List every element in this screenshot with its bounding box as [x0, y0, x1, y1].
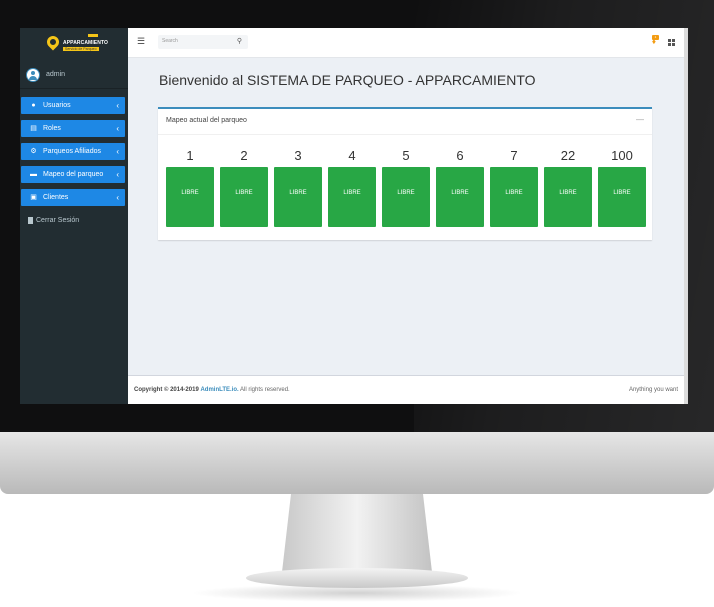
- copyright-text: Copyright © 2014-2019: [134, 387, 199, 393]
- parking-spot[interactable]: 3 LIBRE: [274, 145, 322, 227]
- footer-right-text: Anything you want: [628, 387, 678, 393]
- chevron-left-icon: ‹: [116, 124, 119, 133]
- page-title: Bienvenido al SISTEMA DE PARQUEO - APPAR…: [159, 72, 536, 88]
- sidebar-item-clientes[interactable]: ▣ Clientes ‹: [21, 189, 125, 206]
- door-icon: [28, 217, 33, 224]
- user-icon: ●: [31, 102, 36, 109]
- parking-spot[interactable]: 7 LIBRE: [490, 145, 538, 227]
- sidebar-item-label: Clientes: [43, 194, 69, 201]
- parking-spot[interactable]: 6 LIBRE: [436, 145, 484, 227]
- user-name: admin: [46, 71, 66, 78]
- sidebar-item-usuarios[interactable]: ● Usuarios ‹: [21, 97, 125, 114]
- spot-number: 2: [240, 148, 248, 163]
- sidebar: APPARCAMIENTO Servicio de Parqueo admin …: [20, 28, 128, 404]
- top-navbar: ☰ Search ⚲ ♦ 1: [128, 28, 688, 58]
- footer-copyright: Copyright © 2014-2019 AdminLTE.io. All r…: [134, 387, 290, 393]
- rights-text: All rights reserved.: [240, 387, 290, 393]
- parking-map-box: Mapeo actual del parqueo — 1 LIBRE 2 LIB…: [158, 107, 652, 240]
- grid-apps-icon[interactable]: [668, 39, 675, 46]
- parking-spot[interactable]: 100 LIBRE: [598, 145, 646, 227]
- notification-badge: 1: [652, 35, 659, 40]
- car-icon: ▬: [30, 171, 37, 178]
- collapse-icon[interactable]: —: [636, 115, 644, 124]
- parking-spot[interactable]: 1 LIBRE: [166, 145, 214, 227]
- logout-label: Cerrar Sesión: [36, 217, 80, 224]
- parking-spot[interactable]: 22 LIBRE: [544, 145, 592, 227]
- spot-number: 6: [456, 148, 464, 163]
- spot-status[interactable]: LIBRE: [382, 167, 430, 227]
- monitor-chin: [0, 432, 714, 494]
- contact-icon: ▣: [30, 194, 37, 201]
- monitor-stand-neck: [282, 494, 432, 572]
- spot-number: 5: [402, 148, 410, 163]
- sidebar-item-label: Mapeo del parqueo: [43, 171, 104, 178]
- chevron-left-icon: ‹: [116, 147, 119, 156]
- adminlte-link[interactable]: AdminLTE.io.: [200, 387, 238, 393]
- footer: Copyright © 2014-2019 AdminLTE.io. All r…: [128, 375, 684, 404]
- logo-accent: [88, 34, 98, 37]
- user-panel: admin: [20, 62, 128, 89]
- id-card-icon: ▤: [30, 125, 37, 132]
- sidebar-item-mapeo-del-parqueo[interactable]: ▬ Mapeo del parqueo ‹: [21, 166, 125, 183]
- chevron-left-icon: ‹: [116, 101, 119, 110]
- spot-number: 4: [348, 148, 356, 163]
- logout-link[interactable]: Cerrar Sesión: [21, 212, 125, 229]
- parking-spots: 1 LIBRE 2 LIBRE 3 LIBRE 4 LIBRE 5 LIBRE …: [166, 145, 646, 235]
- chevron-left-icon: ‹: [116, 170, 119, 179]
- brand-name: APPARCAMIENTO: [63, 40, 109, 46]
- spot-status[interactable]: LIBRE: [598, 167, 646, 227]
- gear-icon: ⚙: [30, 148, 37, 155]
- spot-number: 100: [611, 148, 633, 163]
- sidebar-item-label: Parqueos Afiliados: [43, 148, 101, 155]
- spot-status[interactable]: LIBRE: [166, 167, 214, 227]
- main-content: ☰ Search ⚲ ♦ 1 Bienvenido al SISTEMA DE …: [128, 28, 688, 404]
- search-input[interactable]: Search: [162, 38, 178, 44]
- brand-logo[interactable]: APPARCAMIENTO Servicio de Parqueo: [20, 28, 128, 62]
- parking-spot[interactable]: 4 LIBRE: [328, 145, 376, 227]
- parking-spot[interactable]: 5 LIBRE: [382, 145, 430, 227]
- spot-number: 3: [294, 148, 302, 163]
- parking-spot[interactable]: 2 LIBRE: [220, 145, 268, 227]
- box-header: Mapeo actual del parqueo —: [158, 109, 652, 135]
- spot-number: 22: [560, 148, 576, 163]
- scrollbar[interactable]: [684, 28, 688, 404]
- sidebar-item-parqueos-afiliados[interactable]: ⚙ Parqueos Afiliados ‹: [21, 143, 125, 160]
- spot-status[interactable]: LIBRE: [490, 167, 538, 227]
- brand-tagline: Servicio de Parqueo: [63, 47, 99, 51]
- search-box[interactable]: Search ⚲: [158, 35, 248, 49]
- map-pin-icon: [44, 33, 62, 51]
- spot-status[interactable]: LIBRE: [220, 167, 268, 227]
- spot-number: 1: [186, 148, 194, 163]
- spot-number: 7: [510, 148, 518, 163]
- spot-status[interactable]: LIBRE: [436, 167, 484, 227]
- sidebar-item-roles[interactable]: ▤ Roles ‹: [21, 120, 125, 137]
- chevron-left-icon: ‹: [116, 193, 119, 202]
- user-avatar-icon: [26, 68, 40, 82]
- spot-status[interactable]: LIBRE: [544, 167, 592, 227]
- monitor-stand-base: [246, 568, 468, 588]
- sidebar-item-label: Roles: [43, 125, 61, 132]
- sidebar-item-label: Usuarios: [43, 102, 71, 109]
- spot-status[interactable]: LIBRE: [328, 167, 376, 227]
- spot-status[interactable]: LIBRE: [274, 167, 322, 227]
- box-title: Mapeo actual del parqueo: [166, 117, 247, 124]
- hamburger-menu-icon[interactable]: ☰: [137, 36, 145, 47]
- screen: APPARCAMIENTO Servicio de Parqueo admin …: [20, 28, 688, 404]
- sidebar-menu: ● Usuarios ‹ ▤ Roles ‹ ⚙ Parqueos Afilia…: [20, 97, 128, 229]
- search-icon[interactable]: ⚲: [237, 37, 242, 45]
